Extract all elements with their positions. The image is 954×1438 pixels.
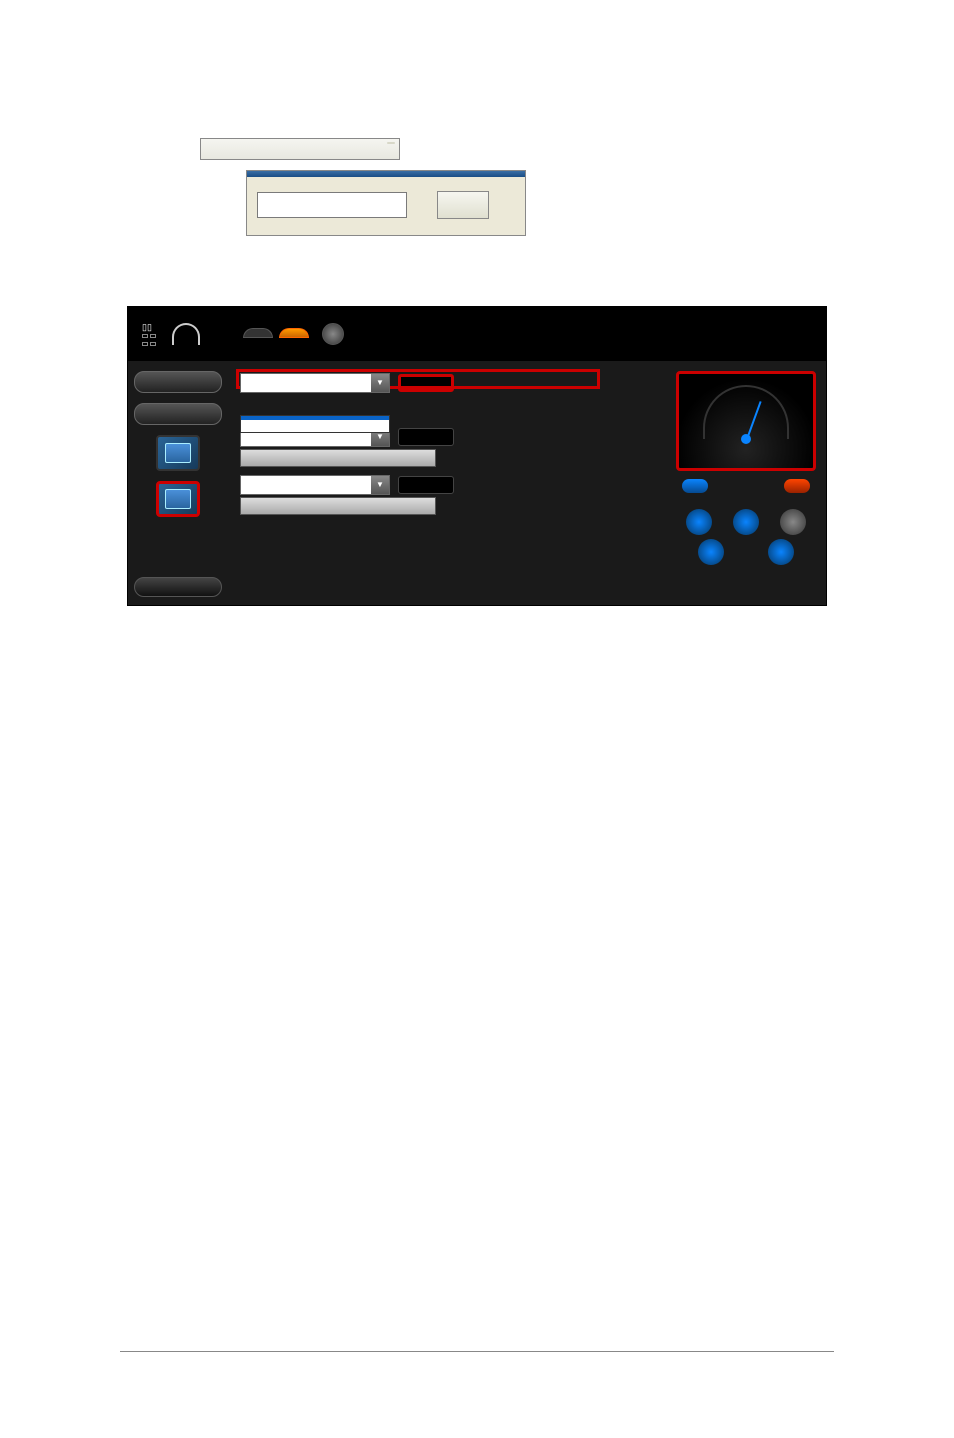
dropdown-round-button[interactable] <box>322 323 344 345</box>
thumbnail-2-selected[interactable] <box>156 481 200 517</box>
chevron-down-icon: ▼ <box>371 374 389 392</box>
movie-on-button[interactable] <box>398 428 454 446</box>
photo-mode-combo[interactable]: ▼ <box>240 373 390 393</box>
dropdown-item-customb[interactable] <box>241 428 389 432</box>
inline-hotkey-label <box>387 142 395 144</box>
splendid-on-button[interactable] <box>134 371 222 393</box>
game-on-button[interactable] <box>398 476 454 494</box>
hotkey-input[interactable] <box>257 192 407 218</box>
mute-toggle[interactable] <box>784 479 810 493</box>
hotkey-dialog <box>246 170 526 236</box>
footer-rule <box>120 1351 834 1352</box>
game-hotkey-field[interactable] <box>240 497 436 515</box>
section-heading <box>120 264 834 288</box>
knob-4[interactable] <box>768 539 794 565</box>
headphone-icon <box>172 323 200 345</box>
xonar-app-window: ▯▯ <box>127 306 827 606</box>
set-button[interactable] <box>437 191 489 219</box>
left-panel <box>128 361 228 607</box>
knob-2[interactable] <box>733 509 759 535</box>
dolby-sub1 <box>142 334 148 338</box>
volume-gauge[interactable] <box>676 371 816 471</box>
thumbnail-1[interactable] <box>156 435 200 471</box>
tab-audio[interactable] <box>243 328 273 338</box>
dolby-logo: ▯▯ <box>142 320 158 348</box>
knob-hf[interactable] <box>780 509 806 535</box>
inline-hotkey-textbox[interactable] <box>200 138 400 160</box>
knob-1[interactable] <box>686 509 712 535</box>
photo-dropdown-list[interactable] <box>240 415 390 433</box>
center-panel: ▼ <box>228 361 666 607</box>
chevron-down-icon: ▼ <box>371 476 389 494</box>
right-panel <box>666 361 826 607</box>
game-mode-combo[interactable]: ▼ <box>240 475 390 495</box>
dolby-sub4 <box>150 342 156 346</box>
xonar-header: ▯▯ <box>128 307 826 361</box>
photo-on-button[interactable] <box>398 374 454 392</box>
step-a-text <box>200 136 834 162</box>
svn-toggle[interactable] <box>682 479 708 493</box>
demo-on-button[interactable] <box>134 403 222 425</box>
dolby-sub2 <box>142 342 148 346</box>
dolby-sub3 <box>150 334 156 338</box>
movie-hotkey-field[interactable] <box>240 449 436 467</box>
tab-video[interactable] <box>279 328 309 338</box>
knob-3[interactable] <box>698 539 724 565</box>
cancel-button[interactable] <box>134 577 222 597</box>
